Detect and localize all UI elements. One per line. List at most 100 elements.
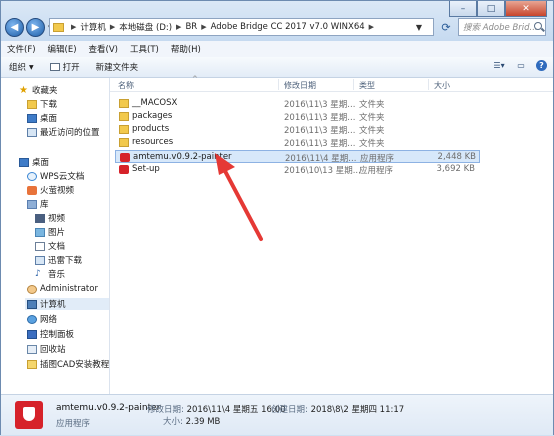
nav-video-app[interactable]: 火萤视频 bbox=[27, 184, 74, 196]
breadcrumb-current[interactable]: Adobe Bridge CC 2017 v7.0 WINX64 bbox=[211, 22, 365, 32]
column-name[interactable]: 名称 bbox=[118, 80, 134, 91]
file-date: 2016\11\3 星期... bbox=[284, 100, 356, 110]
view-controls: ☰▾ ▭ ? bbox=[484, 60, 547, 71]
download-icon bbox=[35, 255, 45, 265]
chevron-right-icon[interactable]: ▶ bbox=[369, 23, 374, 31]
nav-recycle-bin[interactable]: 回收站 bbox=[27, 343, 66, 355]
nav-control-panel-label: 控制面板 bbox=[40, 330, 75, 340]
details-modified: 修改日期: 2016\11\4 星期五 16:00 bbox=[147, 403, 286, 415]
sort-up-icon: ^ bbox=[192, 75, 198, 83]
details-size: 大小: 2.39 MB bbox=[163, 415, 220, 427]
nav-computer[interactable]: 计算机 bbox=[25, 298, 109, 310]
chevron-right-icon[interactable]: ▶ bbox=[71, 23, 76, 31]
menu-view[interactable]: 查看(V) bbox=[83, 43, 124, 55]
nav-videos[interactable]: 视频 bbox=[35, 212, 65, 224]
folder-icon bbox=[119, 112, 129, 121]
nav-network[interactable]: 网络 bbox=[27, 313, 57, 325]
search-icon[interactable] bbox=[534, 22, 542, 30]
help-icon[interactable]: ? bbox=[536, 60, 547, 71]
nav-desktop-fav[interactable]: 桌面 bbox=[27, 112, 57, 124]
nav-documents[interactable]: 文档 bbox=[35, 240, 65, 252]
address-bar[interactable]: ▶ 计算机 ▶ 本地磁盘 (D:) ▶ BR ▶ Adobe Bridge CC… bbox=[49, 18, 434, 36]
explorer-window: – □ ✕ ◀ ▶ ▼ ▶ 计算机 ▶ 本地磁盘 (D:) ▶ BR ▶ Ado… bbox=[0, 0, 554, 435]
file-row-selected[interactable]: amtemu.v0.9.2-painter 2016\11\4 星期... 应用… bbox=[115, 150, 480, 164]
nav-recycle-bin-label: 回收站 bbox=[40, 345, 66, 355]
star-icon: ★ bbox=[19, 84, 28, 96]
nav-recent[interactable]: 最近访问的位置 bbox=[27, 126, 100, 138]
video-icon bbox=[35, 213, 45, 223]
column-date[interactable]: 修改日期 bbox=[284, 80, 316, 91]
file-row[interactable]: packages 2016\11\3 星期... 文件夹 bbox=[115, 110, 480, 123]
nav-video-app-label: 火萤视频 bbox=[40, 186, 75, 196]
nav-administrator-label: Administrator bbox=[40, 284, 98, 294]
menu-help[interactable]: 帮助(H) bbox=[165, 43, 207, 55]
chevron-right-icon[interactable]: ▶ bbox=[176, 23, 181, 31]
column-size[interactable]: 大小 bbox=[434, 80, 450, 91]
nav-wps-label: WPS云文档 bbox=[40, 172, 85, 182]
video-app-icon bbox=[27, 185, 37, 195]
recent-places-icon bbox=[27, 127, 37, 137]
nav-administrator[interactable]: Administrator bbox=[27, 283, 98, 295]
details-created-value: 2018\8\2 星期四 11:17 bbox=[310, 405, 405, 415]
file-size: 2,448 KB bbox=[437, 152, 476, 162]
nav-desktop[interactable]: 桌面 bbox=[19, 156, 49, 168]
column-header: ^ 名称 修改日期 类型 大小 bbox=[110, 75, 553, 92]
nav-libraries[interactable]: 库 bbox=[27, 198, 49, 210]
nav-wps[interactable]: WPS云文档 bbox=[27, 170, 84, 182]
change-view-icon[interactable]: ☰▾ bbox=[492, 61, 506, 71]
nav-downloads-label: 下载 bbox=[40, 100, 58, 110]
command-bar: 组织 ▼ 打开 新建文件夹 ☰▾ ▭ ? bbox=[1, 57, 553, 78]
desktop-icon bbox=[19, 157, 29, 167]
address-dropdown-icon[interactable]: ▼ bbox=[416, 23, 422, 32]
address-controls: ▼ bbox=[405, 19, 433, 35]
file-type: 文件夹 bbox=[359, 139, 385, 149]
details-created: 创建日期: 2018\8\2 星期四 11:17 bbox=[271, 403, 404, 415]
column-type[interactable]: 类型 bbox=[359, 80, 375, 91]
nav-music[interactable]: ♪ 音乐 bbox=[35, 268, 65, 280]
forward-button[interactable]: ▶ bbox=[26, 18, 45, 37]
file-name: resources bbox=[132, 137, 174, 147]
app-icon bbox=[119, 165, 129, 174]
nav-pictures[interactable]: 图片 bbox=[35, 226, 65, 238]
chevron-right-icon[interactable]: ▶ bbox=[201, 23, 206, 31]
file-row[interactable]: __MACOSX 2016\11\3 星期... 文件夹 bbox=[115, 97, 480, 110]
nav-thunder[interactable]: 迅雷下载 bbox=[35, 254, 82, 266]
user-icon bbox=[27, 284, 37, 294]
file-row[interactable]: resources 2016\11\3 星期... 文件夹 bbox=[115, 136, 480, 149]
menu-file[interactable]: 文件(F) bbox=[1, 43, 42, 55]
close-button[interactable]: ✕ bbox=[505, 1, 547, 17]
chevron-right-icon[interactable]: ▶ bbox=[110, 23, 115, 31]
column-divider[interactable] bbox=[278, 79, 279, 90]
organize-label: 组织 bbox=[9, 63, 27, 73]
organize-button[interactable]: 组织 ▼ bbox=[1, 61, 42, 73]
open-button[interactable]: 打开 bbox=[42, 61, 88, 73]
nav-downloads[interactable]: 下载 bbox=[27, 98, 57, 110]
file-row[interactable]: products 2016\11\3 星期... 文件夹 bbox=[115, 123, 480, 136]
nav-music-label: 音乐 bbox=[48, 270, 66, 280]
menu-edit[interactable]: 编辑(E) bbox=[42, 43, 83, 55]
folder-icon bbox=[119, 99, 129, 108]
cloud-icon bbox=[27, 171, 37, 181]
file-row[interactable]: Set-up 2016\10\13 星期... 应用程序 3,692 KB bbox=[115, 163, 480, 176]
new-folder-button[interactable]: 新建文件夹 bbox=[88, 61, 147, 73]
preview-pane-icon[interactable]: ▭ bbox=[514, 61, 528, 71]
menu-tools[interactable]: 工具(T) bbox=[124, 43, 165, 55]
breadcrumb-br[interactable]: BR bbox=[185, 22, 197, 32]
refresh-icon[interactable]: ⟳ bbox=[437, 18, 455, 36]
file-date: 2016\11\3 星期... bbox=[284, 126, 356, 136]
nav-cad-tutorial[interactable]: 插图CAD安装教程 bbox=[27, 358, 109, 370]
new-folder-label: 新建文件夹 bbox=[95, 63, 139, 73]
control-panel-icon bbox=[27, 329, 37, 339]
breadcrumb-drive[interactable]: 本地磁盘 (D:) bbox=[119, 21, 172, 33]
nav-favorites[interactable]: ★ 收藏夹 bbox=[19, 84, 58, 96]
column-divider[interactable] bbox=[428, 79, 429, 90]
minimize-button[interactable]: – bbox=[449, 1, 477, 17]
breadcrumb-computer[interactable]: 计算机 bbox=[80, 21, 106, 33]
open-label: 打开 bbox=[62, 63, 80, 73]
nav-buttons: ◀ ▶ ▼ bbox=[5, 18, 53, 37]
column-divider[interactable] bbox=[353, 79, 354, 90]
search-input[interactable]: 搜索 Adobe Brid... bbox=[458, 18, 546, 36]
back-button[interactable]: ◀ bbox=[5, 18, 24, 37]
nav-control-panel[interactable]: 控制面板 bbox=[27, 328, 74, 340]
maximize-button[interactable]: □ bbox=[477, 1, 505, 17]
